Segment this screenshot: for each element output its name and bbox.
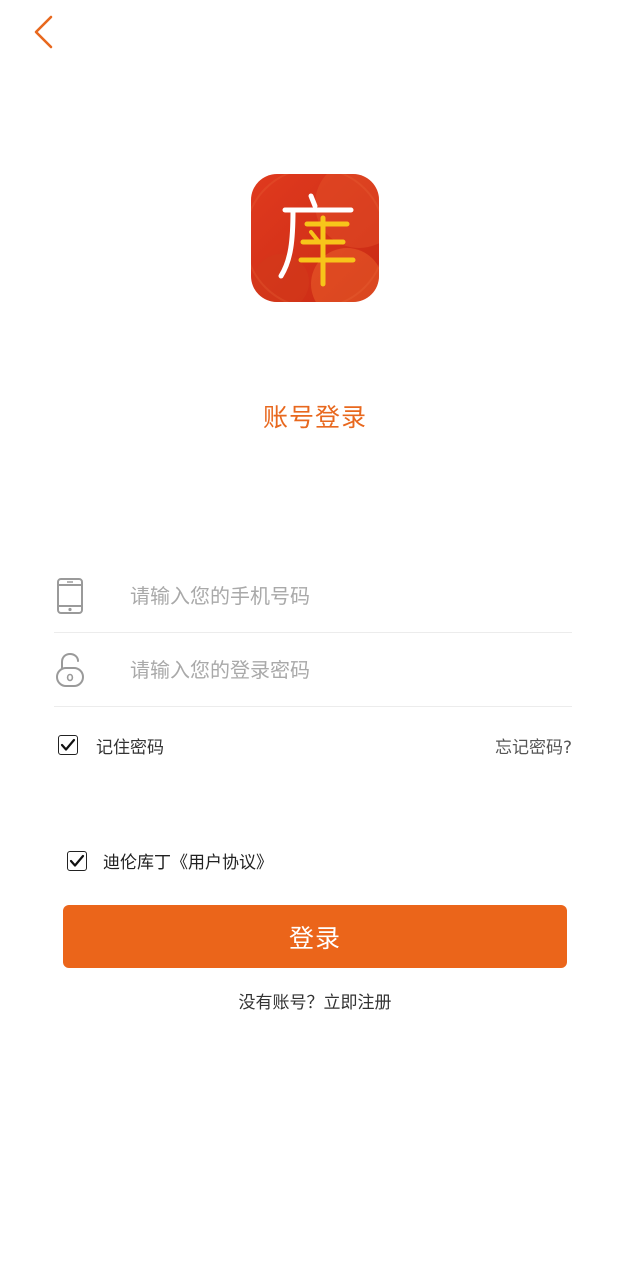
login-button[interactable]: 登录 bbox=[63, 905, 567, 968]
phone-input[interactable] bbox=[130, 560, 560, 632]
remember-checkbox[interactable] bbox=[58, 735, 78, 755]
agreement-toggle[interactable]: 迪伦库丁《用户协议》 bbox=[67, 848, 273, 873]
page-title: 账号登录 bbox=[262, 403, 367, 432]
forgot-password-link[interactable]: 忘记密码? bbox=[495, 733, 572, 758]
lock-icon bbox=[54, 650, 86, 690]
password-input[interactable] bbox=[130, 634, 560, 706]
remember-row: 记住密码 忘记密码? bbox=[58, 730, 572, 760]
checkmark-icon bbox=[69, 854, 85, 867]
remember-password-toggle[interactable]: 记住密码 bbox=[58, 733, 164, 758]
login-page: 账号登录 请输入您的手机号码 记住密码 忘记密码? 迪伦库丁《用户协议》 登录 … bbox=[0, 0, 630, 1280]
register-link[interactable]: 没有账号？立即注册 bbox=[0, 988, 630, 1013]
agreement-label[interactable]: 迪伦库丁《用户协议》 bbox=[103, 848, 273, 873]
app-logo-icon bbox=[251, 174, 379, 302]
phone-field-row bbox=[54, 560, 572, 633]
phone-icon bbox=[54, 576, 86, 616]
app-logo bbox=[251, 174, 379, 302]
chevron-left-icon bbox=[34, 15, 53, 49]
agreement-checkbox[interactable] bbox=[67, 850, 87, 871]
checkmark-icon bbox=[60, 738, 76, 751]
back-button[interactable] bbox=[22, 10, 66, 54]
password-field-row bbox=[54, 634, 572, 707]
remember-label: 记住密码 bbox=[96, 737, 164, 758]
